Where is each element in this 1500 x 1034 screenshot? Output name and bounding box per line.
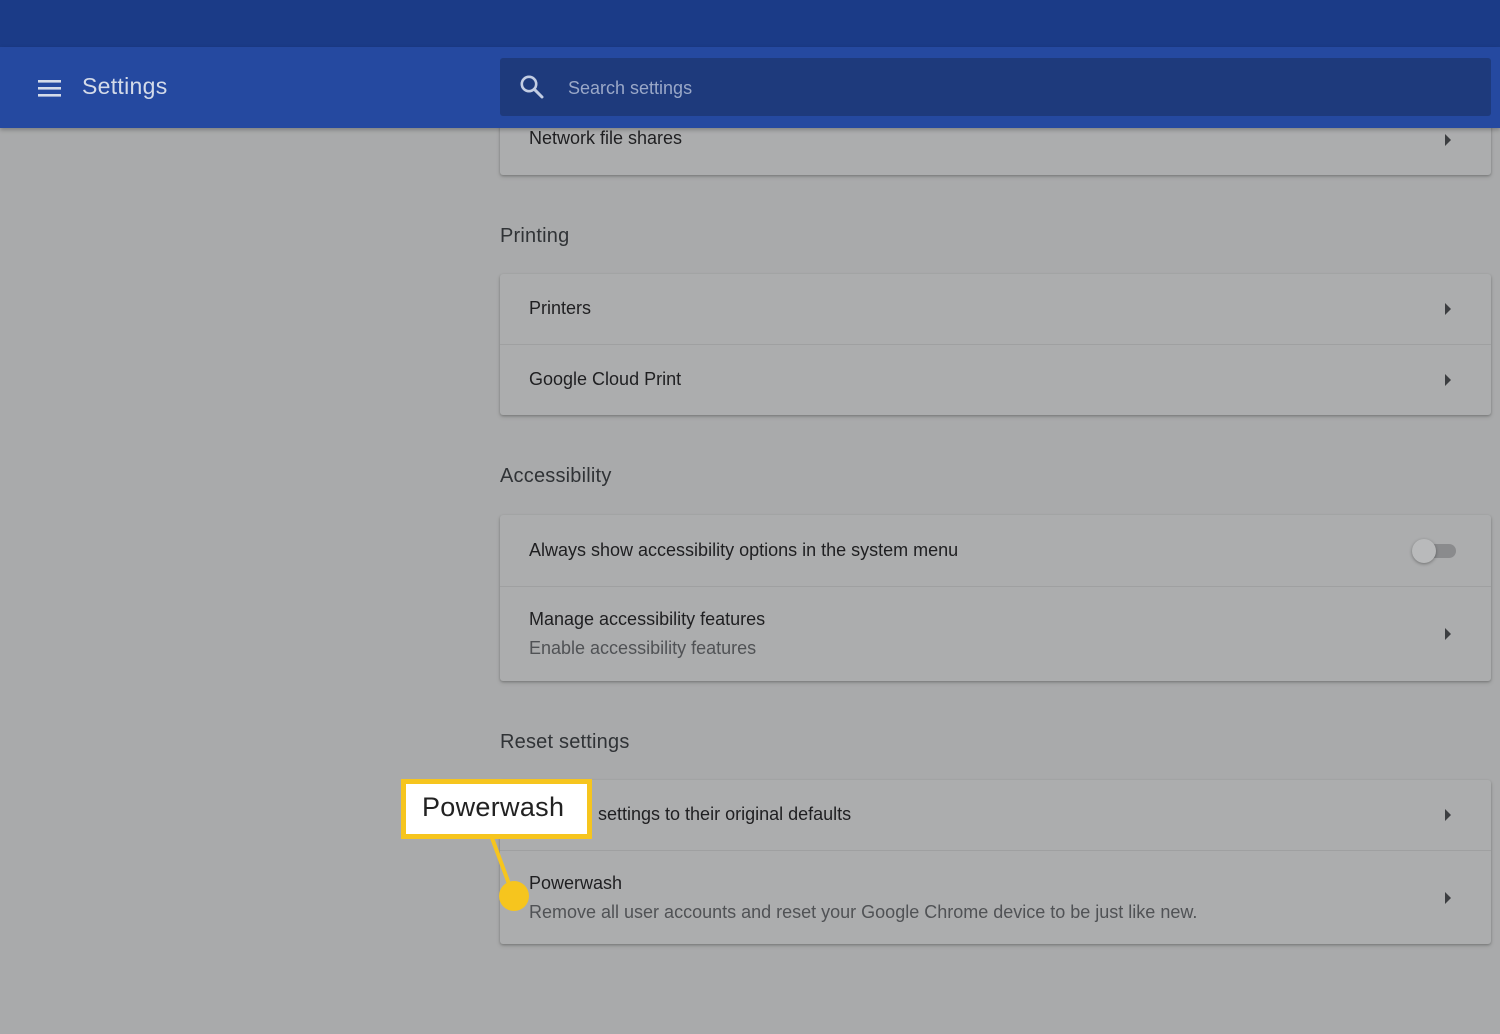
row-sublabel: Remove all user accounts and reset your … xyxy=(529,902,1198,922)
row-label: settings to their original defaults xyxy=(598,804,852,824)
row-label: Always show accessibility options in the… xyxy=(529,540,959,560)
chevron-right-icon xyxy=(1445,628,1451,640)
row-label: Printers xyxy=(529,298,592,318)
manage-accessibility-row[interactable]: Manage accessibility features Enable acc… xyxy=(500,586,1491,681)
accessibility-card: Always show accessibility options in the… xyxy=(500,515,1491,681)
printers-row[interactable]: Printers xyxy=(500,274,1491,344)
chevron-right-icon xyxy=(1445,303,1451,315)
powerwash-row[interactable]: Powerwash Remove all user accounts and r… xyxy=(500,850,1491,944)
page-title: Settings xyxy=(82,73,168,99)
reset-card: settings to their original defaults Powe… xyxy=(500,780,1491,944)
google-cloud-print-row[interactable]: Google Cloud Print xyxy=(500,344,1491,415)
section-title-printing: Printing xyxy=(500,225,570,247)
always-show-accessibility-row: Always show accessibility options in the… xyxy=(500,515,1491,586)
row-label: Network file shares xyxy=(529,128,683,148)
row-label: Google Cloud Print xyxy=(529,369,682,389)
section-title-reset: Reset settings xyxy=(500,731,630,753)
row-label: Manage accessibility features xyxy=(529,609,766,629)
chevron-right-icon xyxy=(1445,892,1451,904)
settings-toolbar: Settings xyxy=(0,47,1500,128)
chevron-right-icon xyxy=(1445,374,1451,386)
callout-label: Powerwash xyxy=(401,779,592,839)
toggle-knob xyxy=(1412,539,1436,563)
window-top-strip xyxy=(0,0,1500,47)
section-title-accessibility: Accessibility xyxy=(500,465,612,487)
callout-text: Powerwash xyxy=(422,792,565,822)
accessibility-menu-toggle[interactable] xyxy=(1412,539,1458,563)
chevron-right-icon xyxy=(1445,809,1451,821)
row-label: Powerwash xyxy=(529,873,623,893)
search-input[interactable] xyxy=(566,72,1450,104)
printing-card: Printers Google Cloud Print xyxy=(500,274,1491,415)
row-sublabel: Enable accessibility features xyxy=(529,638,757,658)
search-icon xyxy=(518,73,546,101)
search-box[interactable] xyxy=(500,58,1491,116)
restore-defaults-row[interactable]: settings to their original defaults xyxy=(500,780,1491,850)
chevron-right-icon xyxy=(1445,134,1451,146)
hamburger-menu-icon[interactable] xyxy=(30,71,68,105)
